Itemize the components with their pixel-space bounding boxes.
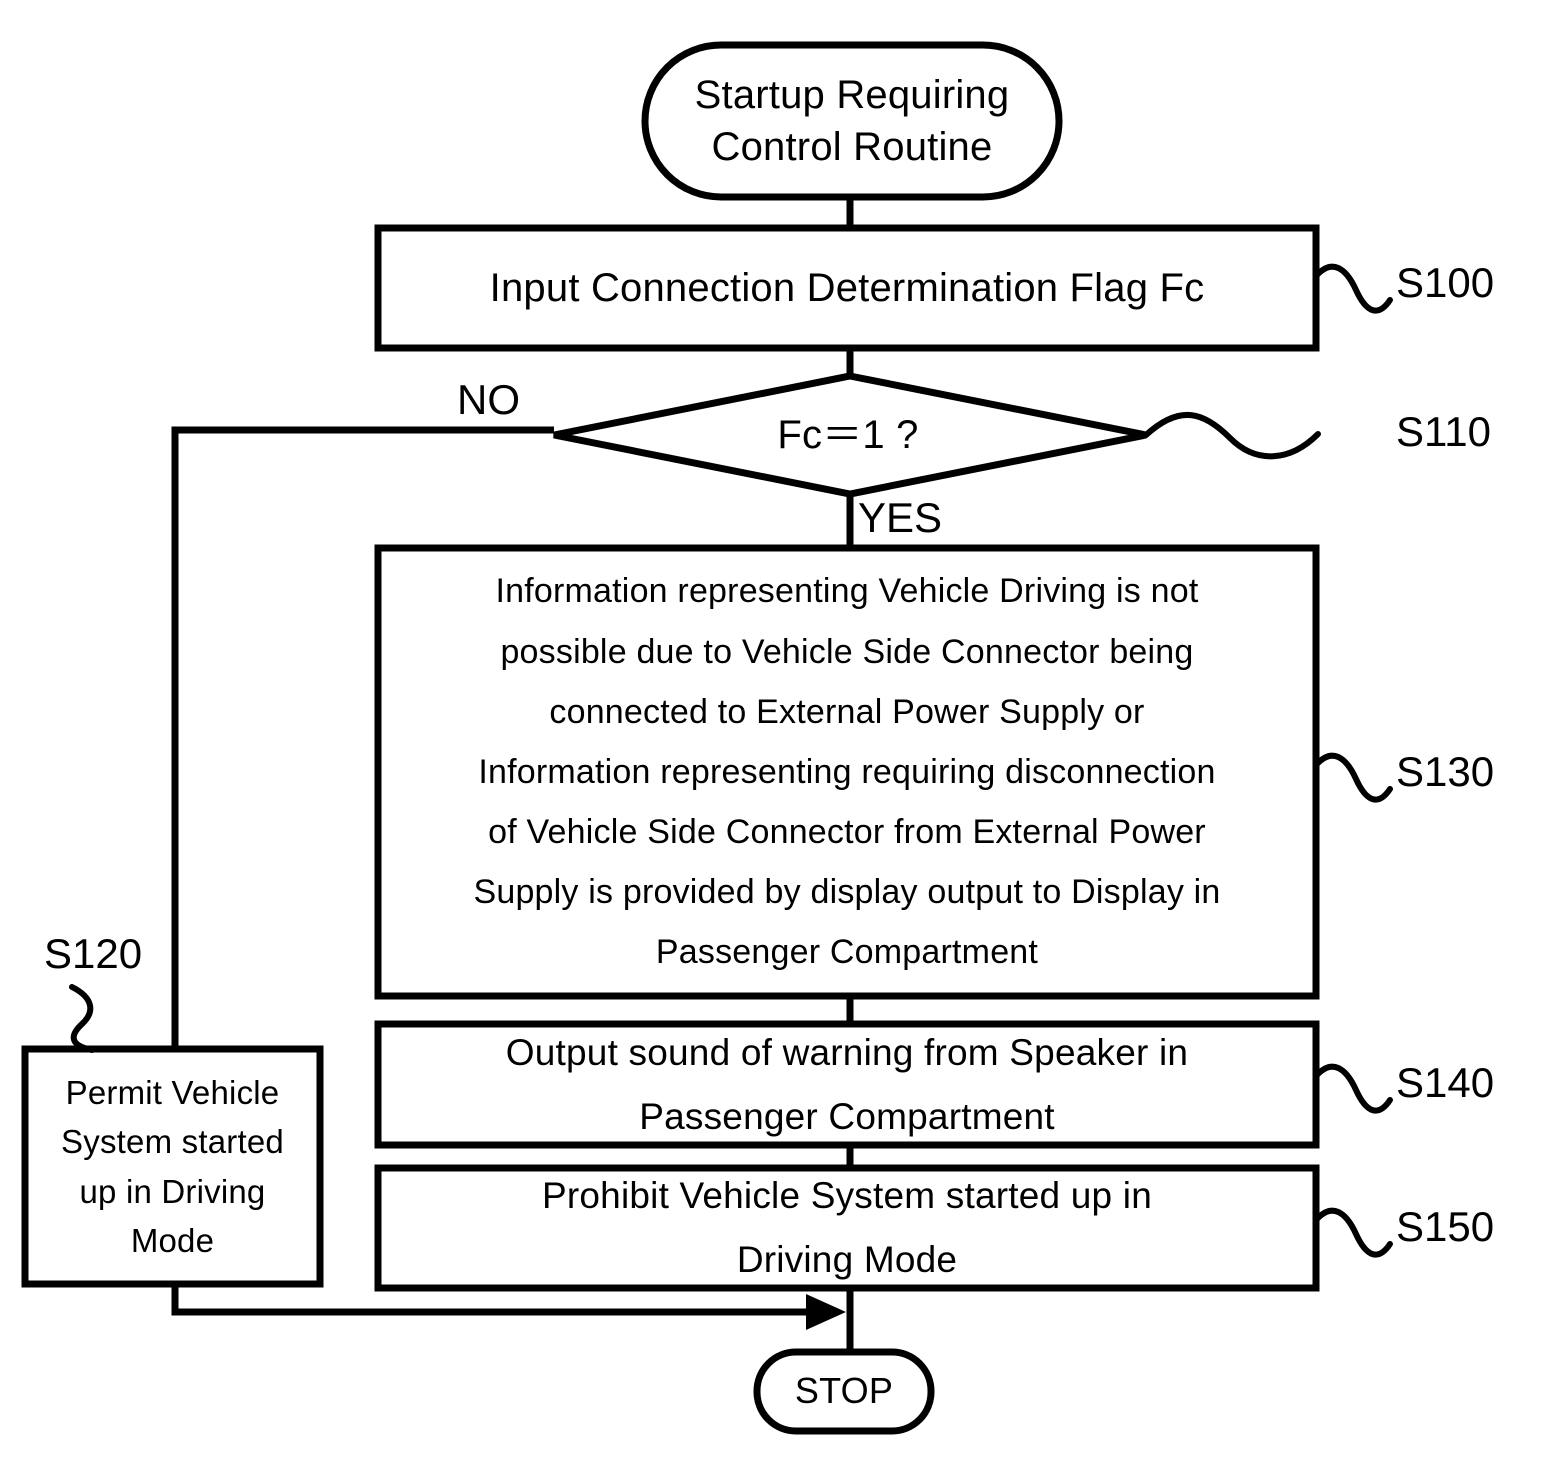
leader-squiggle-s120 <box>69 984 95 1053</box>
flowchart-canvas: Startup Requiring Control Routine Input … <box>0 0 1556 1467</box>
step-label-s140: S140 <box>1396 1059 1495 1106</box>
leader-squiggle-s100 <box>1313 263 1393 314</box>
branch-label-no: NO <box>457 376 520 423</box>
leader-squiggle-s130 <box>1313 752 1393 803</box>
s130-box-shape <box>374 544 1320 1000</box>
s140-box-shape <box>374 1020 1320 1149</box>
flowchart-graphics <box>21 41 1393 1435</box>
step-label-s130: S130 <box>1396 748 1495 795</box>
s100-box-shape <box>374 224 1320 352</box>
leader-squiggle-s110 <box>1143 411 1321 460</box>
leader-squiggle-s150 <box>1313 1207 1393 1258</box>
stop-terminal-shape <box>753 1348 935 1435</box>
leader-squiggle-s140 <box>1313 1063 1393 1114</box>
s120-box-shape <box>21 1045 324 1288</box>
step-label-s150: S150 <box>1396 1203 1495 1250</box>
start-terminal-shape <box>641 41 1063 201</box>
s150-box-shape <box>374 1164 1320 1292</box>
step-label-s110: S110 <box>1396 408 1491 455</box>
step-label-s120: S120 <box>44 930 143 977</box>
decision-diamond-shape <box>553 372 1147 498</box>
branch-label-yes: YES <box>858 494 943 541</box>
arrowhead-no-branch <box>806 1294 846 1330</box>
step-label-s100: S100 <box>1396 259 1495 306</box>
